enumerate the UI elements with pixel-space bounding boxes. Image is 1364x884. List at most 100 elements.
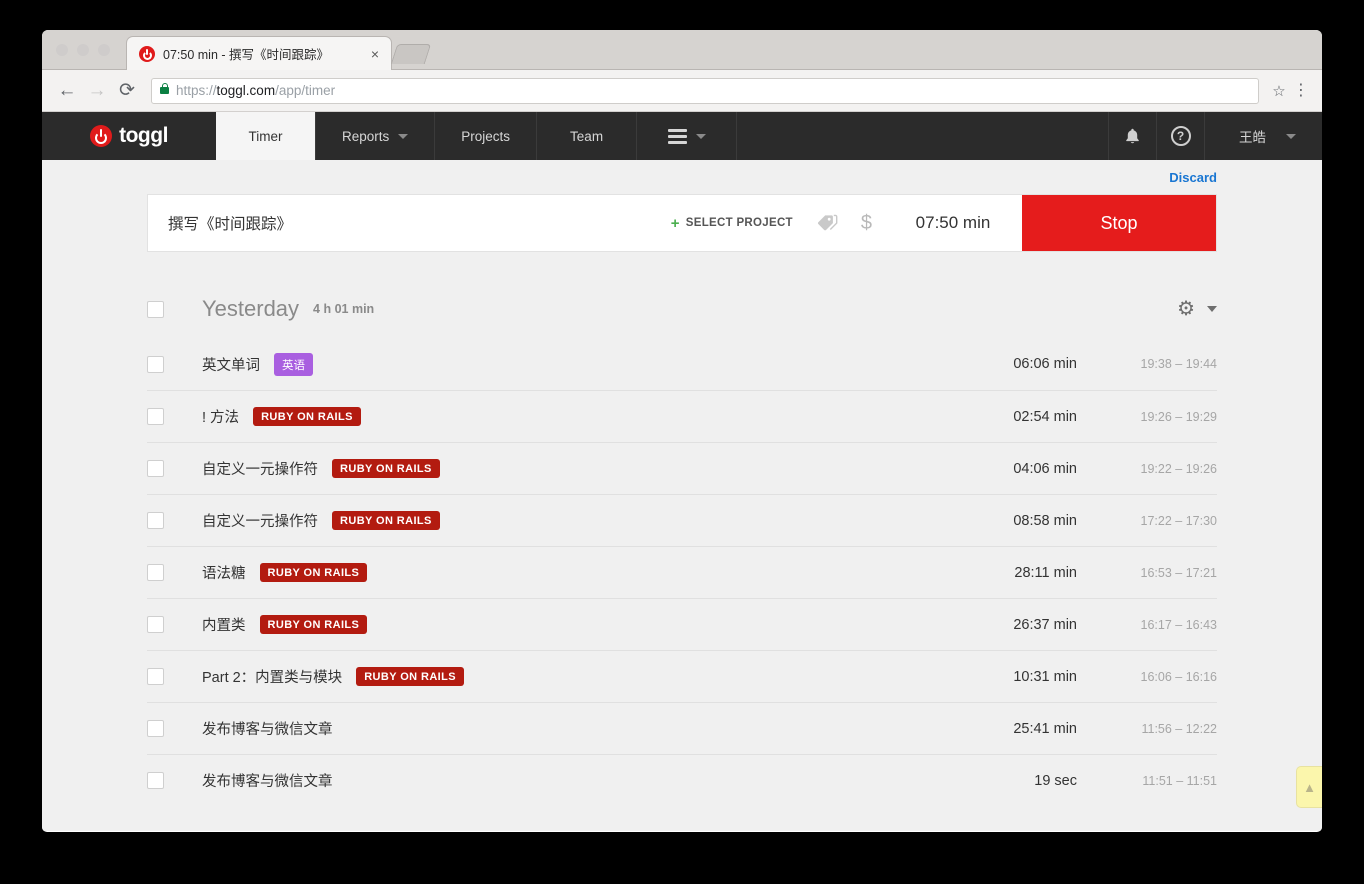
nav-tab-timer-label: Timer [248, 128, 283, 144]
entry-timespan[interactable]: 11:51 – 11:51 [1097, 774, 1217, 788]
chevron-down-icon [695, 133, 706, 139]
entry-badge[interactable]: RUBY ON RAILS [253, 407, 361, 426]
address-bar-url: https://toggl.com/app/timer [176, 83, 335, 98]
entry-duration[interactable]: 10:31 min [977, 669, 1077, 685]
back-button[interactable]: ← [52, 76, 82, 106]
logo-text: toggl [119, 124, 168, 147]
user-name: 王皓 [1239, 130, 1266, 145]
entry-duration[interactable]: 26:37 min [977, 617, 1077, 633]
forward-button[interactable]: → [82, 76, 112, 106]
table-row[interactable]: ! 方法 RUBY ON RAILS 02:54 min 19:26 – 19:29 [147, 390, 1217, 442]
lock-icon [160, 83, 169, 94]
nav-tab-projects[interactable]: Projects [435, 112, 538, 160]
close-window-button[interactable] [56, 44, 68, 56]
entry-timespan[interactable]: 16:17 – 16:43 [1097, 618, 1217, 632]
billable-button[interactable]: $ [849, 195, 884, 251]
notifications-button[interactable] [1109, 112, 1157, 160]
entry-checkbox[interactable] [147, 355, 164, 373]
select-all-day-checkbox[interactable] [147, 300, 164, 318]
entry-title[interactable]: 发布博客与微信文章 [202, 770, 333, 791]
entry-checkbox[interactable] [147, 616, 164, 633]
entry-badge[interactable]: RUBY ON RAILS [259, 615, 368, 634]
entry-duration[interactable]: 06:06 min [977, 356, 1077, 372]
user-menu[interactable]: 王皓 [1205, 112, 1322, 160]
discard-row: Discard [147, 160, 1217, 194]
entry-checkbox[interactable] [147, 564, 164, 581]
nav-tab-timer[interactable]: Timer [216, 112, 316, 160]
new-tab-button[interactable] [390, 44, 432, 64]
entry-timespan[interactable]: 17:22 – 17:30 [1097, 514, 1217, 528]
address-bar[interactable]: https://toggl.com/app/timer [151, 77, 1259, 104]
table-row[interactable]: 自定义一元操作符 RUBY ON RAILS 04:06 min 19:22 – 19… [147, 442, 1217, 494]
entry-duration[interactable]: 08:58 min [977, 513, 1077, 529]
day-settings-menu[interactable]: ⚙ [1177, 299, 1217, 319]
entry-title[interactable]: 发布博客与微信文章 [202, 718, 333, 739]
question-mark-icon: ? [1170, 126, 1191, 146]
entry-duration[interactable]: 28:11 min [977, 565, 1077, 581]
discard-link[interactable]: Discard [1169, 170, 1217, 185]
table-row[interactable]: 内置类 RUBY ON RAILS 26:37 min 16:17 – 16:43 [147, 598, 1217, 650]
table-row[interactable]: 发布博客与微信文章 19 sec 11:51 – 11:51 [147, 754, 1217, 806]
entry-description: 语法糖 RUBY ON RAILS [202, 562, 977, 583]
add-tag-button[interactable] [807, 195, 849, 251]
entry-duration[interactable]: 02:54 min [977, 409, 1077, 425]
entry-checkbox[interactable] [147, 512, 164, 529]
entry-checkbox[interactable] [147, 668, 164, 685]
browser-toolbar: ← → ⟳ https://toggl.com/app/timer ☆ ⋮ [42, 70, 1322, 112]
entry-duration[interactable]: 04:06 min [977, 461, 1077, 477]
entry-title[interactable]: Part 2：内置类与模块 [202, 666, 342, 687]
window-controls[interactable] [56, 44, 110, 56]
entry-title[interactable]: 内置类 [202, 614, 246, 635]
tag-icon [817, 214, 838, 230]
timer-elapsed[interactable]: 07:50 min [884, 195, 1022, 251]
select-project-button[interactable]: + SELECT PROJECT [657, 195, 807, 251]
nav-tab-reports[interactable]: Reports [316, 112, 436, 160]
entry-checkbox[interactable] [147, 720, 164, 737]
feedback-tab[interactable]: ▲ [1296, 766, 1322, 808]
entry-duration[interactable]: 25:41 min [977, 721, 1077, 737]
entry-timespan[interactable]: 19:26 – 19:29 [1097, 410, 1217, 424]
entry-title[interactable]: 英文单词 [202, 354, 260, 375]
entry-checkbox[interactable] [147, 772, 164, 789]
entry-badge[interactable]: RUBY ON RAILS [332, 511, 440, 530]
entry-title[interactable]: ! 方法 [202, 406, 239, 427]
reload-button[interactable]: ⟳ [112, 76, 142, 106]
entry-checkbox[interactable] [147, 408, 164, 425]
stop-button[interactable]: Stop [1022, 195, 1216, 251]
timer-description-input[interactable]: 撰写《时间跟踪》 [148, 195, 657, 251]
entry-description: 内置类 RUBY ON RAILS [202, 614, 977, 635]
entry-title[interactable]: 语法糖 [202, 562, 246, 583]
minimize-window-button[interactable] [77, 44, 89, 56]
table-row[interactable]: 语法糖 RUBY ON RAILS 28:11 min 16:53 – 17:21 [147, 546, 1217, 598]
bookmark-star-icon[interactable]: ☆ [1268, 82, 1290, 100]
table-row[interactable]: 自定义一元操作符 RUBY ON RAILS 08:58 min 17:22 – 17… [147, 494, 1217, 546]
entry-badge[interactable]: 英语 [274, 352, 313, 376]
nav-tab-reports-label: Reports [342, 128, 390, 144]
entry-timespan[interactable]: 16:06 – 16:16 [1097, 670, 1217, 684]
toggl-logo[interactable]: toggl [42, 112, 216, 160]
nav-tab-team[interactable]: Team [537, 112, 638, 160]
entry-duration[interactable]: 19 sec [977, 773, 1077, 789]
entry-timespan[interactable]: 19:38 – 19:44 [1097, 357, 1217, 371]
toggl-favicon-icon [139, 45, 155, 62]
table-row[interactable]: Part 2：内置类与模块 RUBY ON RAILS 10:31 min 16:06… [147, 650, 1217, 702]
close-tab-icon[interactable]: × [367, 46, 383, 62]
entry-checkbox[interactable] [147, 460, 164, 477]
table-row[interactable]: 英文单词 英语 06:06 min 19:38 – 19:44 [147, 338, 1217, 390]
nav-more-menu[interactable] [637, 112, 738, 160]
entry-timespan[interactable]: 19:22 – 19:26 [1097, 462, 1217, 476]
entry-timespan[interactable]: 16:53 – 17:21 [1097, 566, 1217, 580]
table-row[interactable]: 发布博客与微信文章 25:41 min 11:56 – 12:22 [147, 702, 1217, 754]
entry-badge[interactable]: RUBY ON RAILS [259, 563, 368, 582]
chevron-down-icon [398, 133, 409, 139]
entry-timespan[interactable]: 11:56 – 12:22 [1097, 722, 1217, 736]
browser-tab[interactable]: 07:50 min - 撰写《时间跟踪》 × [126, 36, 392, 70]
plus-icon: + [670, 214, 680, 232]
entry-title[interactable]: 自定义一元操作符 [202, 458, 318, 479]
entry-badge[interactable]: RUBY ON RAILS [356, 667, 464, 686]
entry-badge[interactable]: RUBY ON RAILS [332, 459, 440, 478]
maximize-window-button[interactable] [98, 44, 110, 56]
browser-menu-icon[interactable]: ⋮ [1290, 83, 1312, 98]
help-button[interactable]: ? [1157, 112, 1205, 160]
entry-title[interactable]: 自定义一元操作符 [202, 510, 318, 531]
